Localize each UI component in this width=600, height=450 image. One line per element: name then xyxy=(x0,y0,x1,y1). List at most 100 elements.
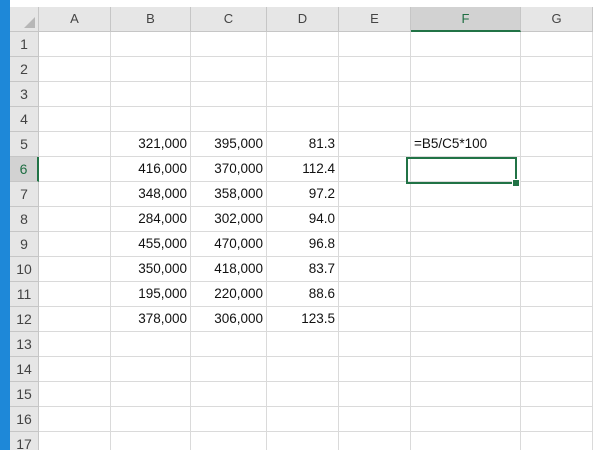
cell-g3[interactable] xyxy=(521,82,593,107)
row-header-2[interactable]: 2 xyxy=(10,57,39,82)
cell-d17[interactable] xyxy=(267,432,339,450)
cell-a8[interactable] xyxy=(39,207,111,232)
cell-e5[interactable] xyxy=(339,132,411,157)
cell-e3[interactable] xyxy=(339,82,411,107)
cell-f5[interactable]: =B5/C5*100 xyxy=(411,132,521,157)
cell-b8[interactable]: 284,000 xyxy=(111,207,191,232)
cell-a1[interactable] xyxy=(39,32,111,57)
cell-e13[interactable] xyxy=(339,332,411,357)
cell-d16[interactable] xyxy=(267,407,339,432)
cell-e12[interactable] xyxy=(339,307,411,332)
row-header-16[interactable]: 16 xyxy=(10,407,39,432)
cell-g6[interactable] xyxy=(521,157,593,182)
cell-f12[interactable] xyxy=(411,307,521,332)
cell-g2[interactable] xyxy=(521,57,593,82)
cell-e1[interactable] xyxy=(339,32,411,57)
select-all-corner[interactable] xyxy=(10,7,39,32)
cell-a7[interactable] xyxy=(39,182,111,207)
row-header-3[interactable]: 3 xyxy=(10,82,39,107)
cell-f4[interactable] xyxy=(411,107,521,132)
row-header-11[interactable]: 11 xyxy=(10,282,39,307)
column-header-a[interactable]: A xyxy=(39,7,111,32)
cell-e7[interactable] xyxy=(339,182,411,207)
cell-e4[interactable] xyxy=(339,107,411,132)
cell-b13[interactable] xyxy=(111,332,191,357)
cell-a13[interactable] xyxy=(39,332,111,357)
cell-c2[interactable] xyxy=(191,57,267,82)
cell-f2[interactable] xyxy=(411,57,521,82)
cell-a11[interactable] xyxy=(39,282,111,307)
cell-d9[interactable]: 96.8 xyxy=(267,232,339,257)
cell-a16[interactable] xyxy=(39,407,111,432)
cell-b16[interactable] xyxy=(111,407,191,432)
cell-e9[interactable] xyxy=(339,232,411,257)
cell-g8[interactable] xyxy=(521,207,593,232)
cell-d3[interactable] xyxy=(267,82,339,107)
cell-a3[interactable] xyxy=(39,82,111,107)
cell-b12[interactable]: 378,000 xyxy=(111,307,191,332)
cell-f16[interactable] xyxy=(411,407,521,432)
cell-e16[interactable] xyxy=(339,407,411,432)
cell-d4[interactable] xyxy=(267,107,339,132)
row-header-12[interactable]: 12 xyxy=(10,307,39,332)
cell-b17[interactable] xyxy=(111,432,191,450)
cell-b1[interactable] xyxy=(111,32,191,57)
cell-c6[interactable]: 370,000 xyxy=(191,157,267,182)
cell-f3[interactable] xyxy=(411,82,521,107)
cell-d5[interactable]: 81.3 xyxy=(267,132,339,157)
row-header-14[interactable]: 14 xyxy=(10,357,39,382)
row-header-1[interactable]: 1 xyxy=(10,32,39,57)
cell-e17[interactable] xyxy=(339,432,411,450)
cell-g9[interactable] xyxy=(521,232,593,257)
cell-g5[interactable] xyxy=(521,132,593,157)
cell-g11[interactable] xyxy=(521,282,593,307)
column-header-b[interactable]: B xyxy=(111,7,191,32)
row-header-17[interactable]: 17 xyxy=(10,432,39,450)
cell-b5[interactable]: 321,000 xyxy=(111,132,191,157)
cell-a17[interactable] xyxy=(39,432,111,450)
cell-d2[interactable] xyxy=(267,57,339,82)
cell-c7[interactable]: 358,000 xyxy=(191,182,267,207)
cell-d12[interactable]: 123.5 xyxy=(267,307,339,332)
column-header-f[interactable]: F xyxy=(411,7,521,32)
column-header-e[interactable]: E xyxy=(339,7,411,32)
cell-g4[interactable] xyxy=(521,107,593,132)
row-header-13[interactable]: 13 xyxy=(10,332,39,357)
cell-f14[interactable] xyxy=(411,357,521,382)
cell-g1[interactable] xyxy=(521,32,593,57)
cell-e15[interactable] xyxy=(339,382,411,407)
cell-e2[interactable] xyxy=(339,57,411,82)
row-header-6[interactable]: 6 xyxy=(10,157,39,182)
row-header-7[interactable]: 7 xyxy=(10,182,39,207)
cell-c13[interactable] xyxy=(191,332,267,357)
cell-b6[interactable]: 416,000 xyxy=(111,157,191,182)
cell-c4[interactable] xyxy=(191,107,267,132)
cell-d6[interactable]: 112.4 xyxy=(267,157,339,182)
cell-g17[interactable] xyxy=(521,432,593,450)
fill-handle[interactable] xyxy=(512,179,520,187)
cell-a9[interactable] xyxy=(39,232,111,257)
cell-b2[interactable] xyxy=(111,57,191,82)
row-header-8[interactable]: 8 xyxy=(10,207,39,232)
cell-e11[interactable] xyxy=(339,282,411,307)
cell-d7[interactable]: 97.2 xyxy=(267,182,339,207)
cell-f9[interactable] xyxy=(411,232,521,257)
cell-a12[interactable] xyxy=(39,307,111,332)
row-header-4[interactable]: 4 xyxy=(10,107,39,132)
cell-d13[interactable] xyxy=(267,332,339,357)
cell-e8[interactable] xyxy=(339,207,411,232)
cell-f17[interactable] xyxy=(411,432,521,450)
cell-g15[interactable] xyxy=(521,382,593,407)
cell-a14[interactable] xyxy=(39,357,111,382)
cell-a15[interactable] xyxy=(39,382,111,407)
worksheet-grid[interactable]: A B C D E F G 1 2 3 4 5 321,000 395,000 81.3 =B5/C5*100… xyxy=(10,7,600,450)
cell-g14[interactable] xyxy=(521,357,593,382)
cell-e14[interactable] xyxy=(339,357,411,382)
column-header-d[interactable]: D xyxy=(267,7,339,32)
cell-b11[interactable]: 195,000 xyxy=(111,282,191,307)
cell-g10[interactable] xyxy=(521,257,593,282)
cell-f1[interactable] xyxy=(411,32,521,57)
cell-c14[interactable] xyxy=(191,357,267,382)
cell-a2[interactable] xyxy=(39,57,111,82)
cell-f8[interactable] xyxy=(411,207,521,232)
